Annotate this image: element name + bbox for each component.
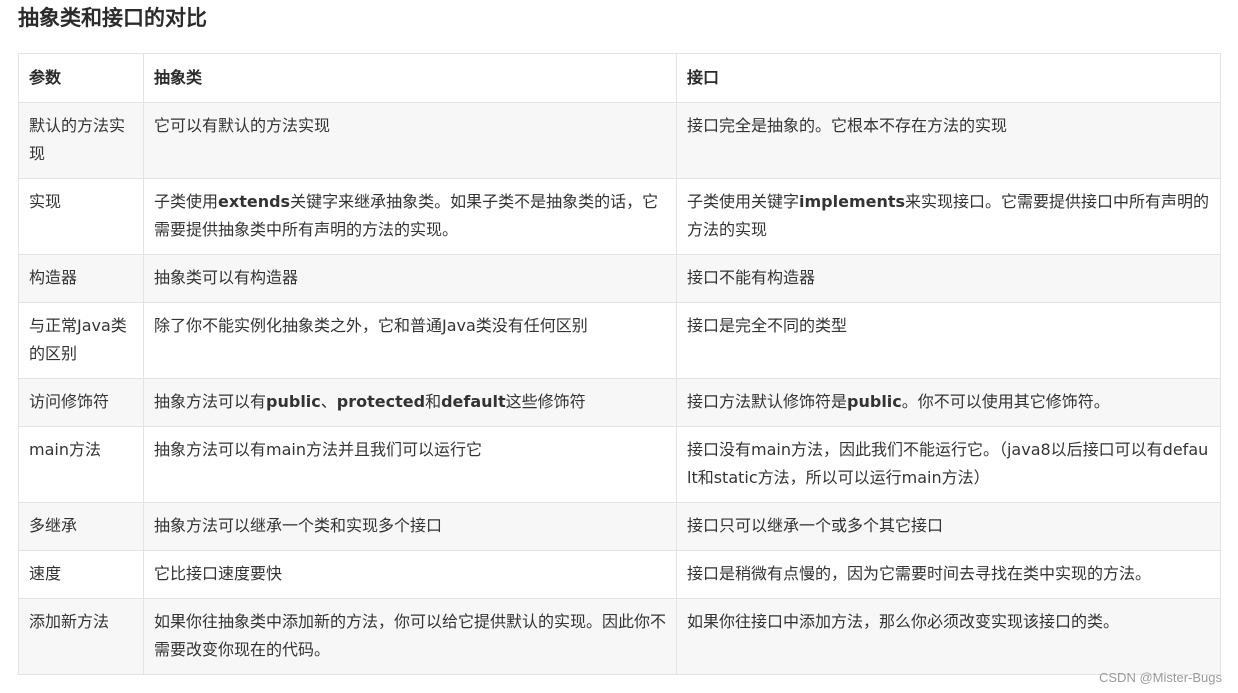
cell-text: 、: [320, 392, 337, 411]
cell-param: 与正常Java类的区别: [18, 302, 144, 379]
cell-text: 抽象类可以有构造器: [154, 268, 299, 287]
comparison-table: 参数 抽象类 接口 默认的方法实现 它可以有默认的方法实现 接口完全是抽象的。它根本…: [18, 53, 1221, 675]
keyword-text: implements: [799, 192, 906, 211]
cell-text: 和: [425, 392, 442, 411]
table-row: 构造器 抽象类可以有构造器 接口不能有构造器: [18, 254, 1221, 303]
keyword-text: protected: [336, 392, 426, 411]
cell-text: 除了你不能实例化抽象类之外，它和普通Java类没有任何区别: [154, 316, 588, 335]
table-row: 速度 它比接口速度要快 接口是稍微有点慢的，因为它需要时间去寻找在类中实现的方法。: [18, 550, 1221, 599]
cell-abstract-class: 抽象方法可以有public、protected和default这些修饰符: [143, 378, 677, 427]
table-header-row: 参数 抽象类 接口: [18, 53, 1221, 103]
cell-abstract-class: 它可以有默认的方法实现: [143, 102, 677, 179]
cell-param: 多继承: [18, 502, 144, 551]
table-row: 访问修饰符 抽象方法可以有public、protected和default这些修饰…: [18, 378, 1221, 427]
cell-param: 访问修饰符: [18, 378, 144, 427]
cell-abstract-class: 抽象类可以有构造器: [143, 254, 677, 303]
cell-text: 这些修饰符: [505, 392, 586, 411]
cell-interface: 接口方法默认修饰符是public。你不可以使用其它修饰符。: [676, 378, 1221, 427]
cell-text: 接口不能有构造器: [687, 268, 816, 287]
cell-interface: 接口没有main方法，因此我们不能运行它。（java8以后接口可以有defaul…: [676, 426, 1221, 503]
table-row: 与正常Java类的区别 除了你不能实例化抽象类之外，它和普通Java类没有任何区别…: [18, 302, 1221, 379]
cell-param: 实现: [18, 178, 144, 255]
cell-text: 它比接口速度要快: [154, 564, 283, 583]
cell-text: 如果你往抽象类中添加新的方法，你可以给它提供默认的实现。因此你不需要改变你现在的…: [154, 612, 667, 659]
csdn-watermark: CSDN @Mister-Bugs: [1099, 670, 1222, 685]
cell-param: 构造器: [18, 254, 144, 303]
table-row: 添加新方法 如果你往抽象类中添加新的方法，你可以给它提供默认的实现。因此你不需要改…: [18, 598, 1221, 675]
cell-param: 速度: [18, 550, 144, 599]
keyword-text: public: [266, 392, 321, 411]
cell-text: 接口完全是抽象的。它根本不存在方法的实现: [687, 116, 1008, 135]
cell-interface: 接口只可以继承一个或多个其它接口: [676, 502, 1221, 551]
cell-interface: 子类使用关键字implements来实现接口。它需要提供接口中所有声明的方法的实…: [676, 178, 1221, 255]
table-row: 默认的方法实现 它可以有默认的方法实现 接口完全是抽象的。它根本不存在方法的实现: [18, 102, 1221, 179]
cell-text: 抽象方法可以有: [154, 392, 267, 411]
cell-text: 子类使用: [154, 192, 219, 211]
cell-abstract-class: 如果你往抽象类中添加新的方法，你可以给它提供默认的实现。因此你不需要改变你现在的…: [143, 598, 677, 675]
cell-text: 接口没有main方法，因此我们不能运行它。（java8以后接口可以有defaul…: [687, 440, 1209, 487]
table-row: main方法 抽象方法可以有main方法并且我们可以运行它 接口没有main方法，因…: [18, 426, 1221, 503]
cell-text: 抽象方法可以有main方法并且我们可以运行它: [154, 440, 482, 459]
header-abstract-class: 抽象类: [143, 53, 677, 103]
cell-text: 接口是完全不同的类型: [687, 316, 848, 335]
cell-abstract-class: 抽象方法可以有main方法并且我们可以运行它: [143, 426, 677, 503]
cell-param: 默认的方法实现: [18, 102, 144, 179]
table-row: 实现 子类使用extends关键字来继承抽象类。如果子类不是抽象类的话，它需要提供…: [18, 178, 1221, 255]
cell-interface: 接口是完全不同的类型: [676, 302, 1221, 379]
cell-text: 它可以有默认的方法实现: [154, 116, 331, 135]
header-interface: 接口: [676, 53, 1221, 103]
cell-interface: 接口不能有构造器: [676, 254, 1221, 303]
cell-interface: 如果你往接口中添加方法，那么你必须改变实现该接口的类。: [676, 598, 1221, 675]
cell-abstract-class: 子类使用extends关键字来继承抽象类。如果子类不是抽象类的话，它需要提供抽象…: [143, 178, 677, 255]
keyword-text: default: [441, 392, 506, 411]
keyword-text: extends: [218, 192, 291, 211]
cell-text: 抽象方法可以继承一个类和实现多个接口: [154, 516, 443, 535]
cell-text: 子类使用关键字: [687, 192, 800, 211]
cell-abstract-class: 除了你不能实例化抽象类之外，它和普通Java类没有任何区别: [143, 302, 677, 379]
page-title: 抽象类和接口的对比: [18, 6, 207, 30]
cell-text: 。你不可以使用其它修饰符。: [901, 392, 1110, 411]
cell-interface: 接口完全是抽象的。它根本不存在方法的实现: [676, 102, 1221, 179]
cell-abstract-class: 抽象方法可以继承一个类和实现多个接口: [143, 502, 677, 551]
cell-text: 如果你往接口中添加方法，那么你必须改变实现该接口的类。: [687, 612, 1120, 631]
header-param: 参数: [18, 53, 144, 103]
keyword-text: public: [847, 392, 902, 411]
cell-text: 接口方法默认修饰符是: [687, 392, 848, 411]
cell-abstract-class: 它比接口速度要快: [143, 550, 677, 599]
cell-text: 接口只可以继承一个或多个其它接口: [687, 516, 944, 535]
cell-param: 添加新方法: [18, 598, 144, 675]
cell-interface: 接口是稍微有点慢的，因为它需要时间去寻找在类中实现的方法。: [676, 550, 1221, 599]
table-row: 多继承 抽象方法可以继承一个类和实现多个接口 接口只可以继承一个或多个其它接口: [18, 502, 1221, 551]
cell-text: 接口是稍微有点慢的，因为它需要时间去寻找在类中实现的方法。: [687, 564, 1152, 583]
cell-param: main方法: [18, 426, 144, 503]
